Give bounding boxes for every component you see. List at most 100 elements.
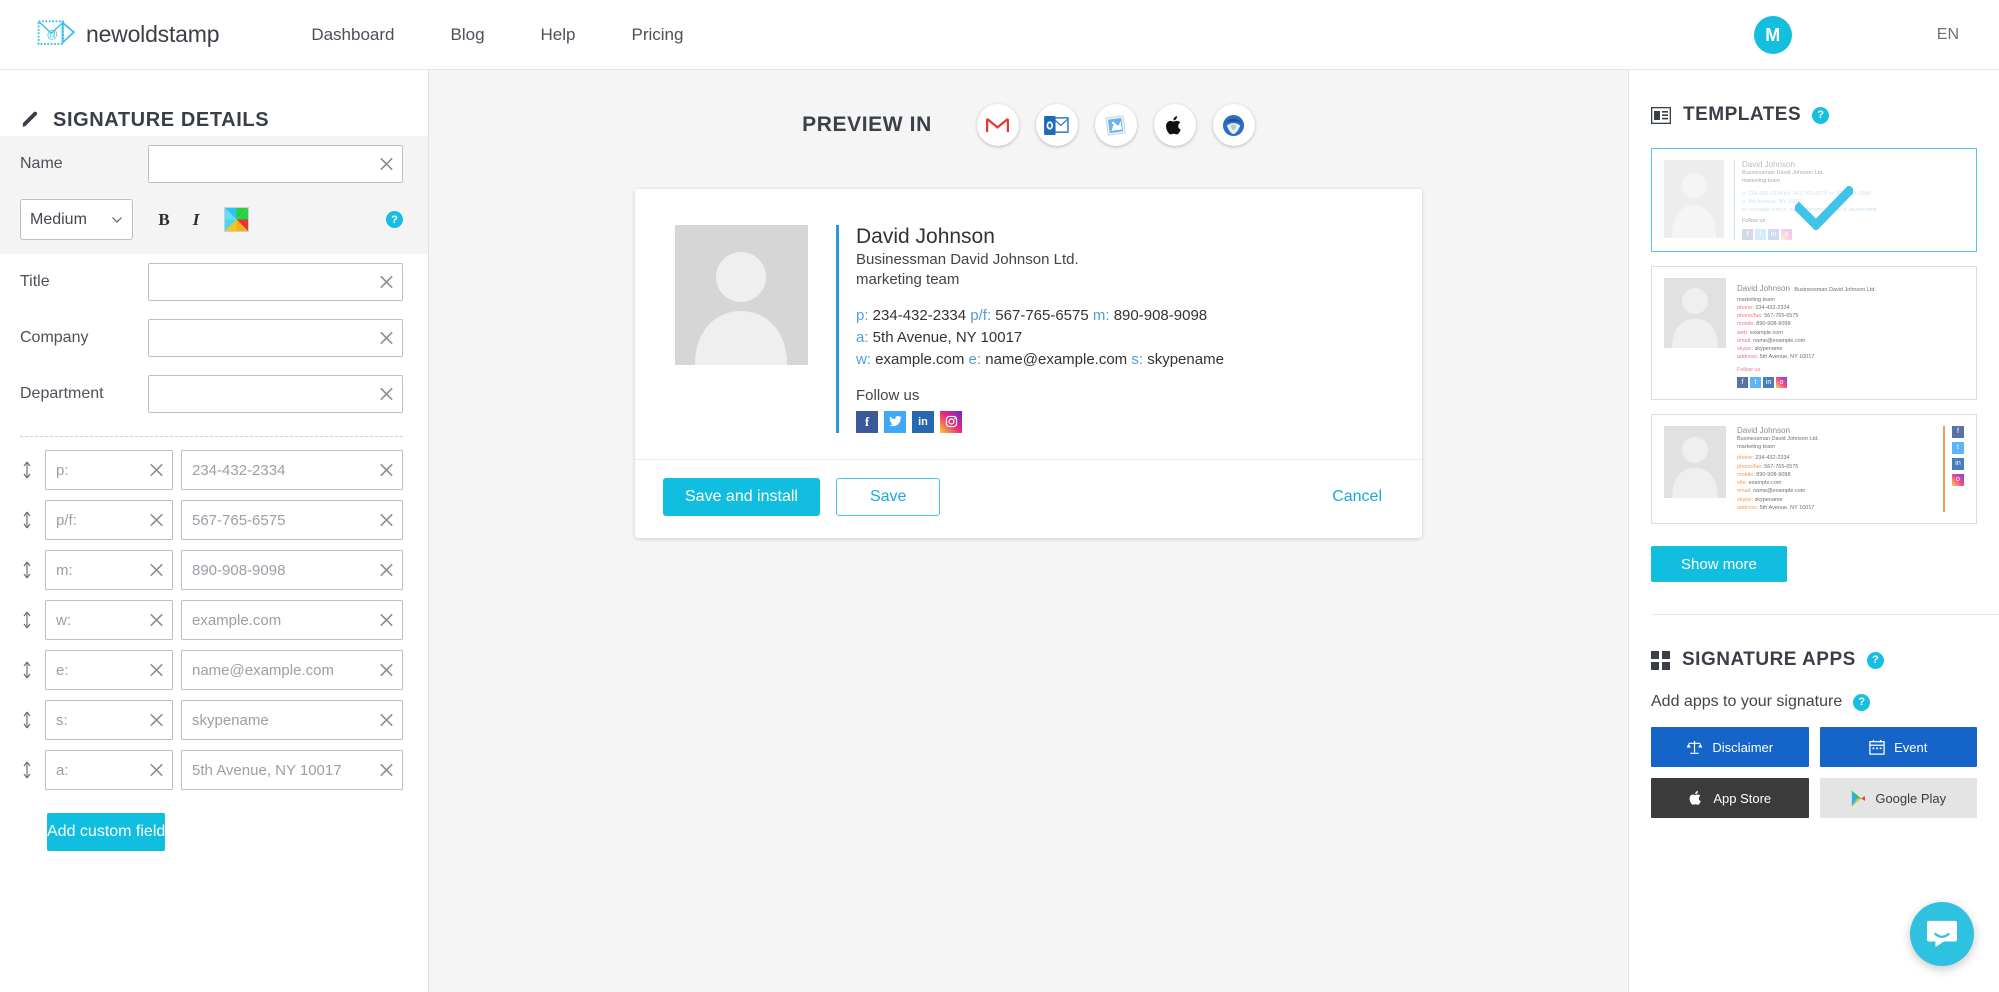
apps-help-icon[interactable]: ? [1866, 651, 1884, 669]
clear-contact-value-icon[interactable] [377, 711, 396, 730]
reorder-handle-icon[interactable] [16, 510, 38, 530]
app-button-app-store[interactable]: App Store [1651, 778, 1809, 818]
gmail-icon[interactable] [976, 104, 1019, 146]
contact-key-wrapper [45, 700, 173, 740]
company-input[interactable] [149, 320, 402, 356]
reorder-handle-icon[interactable] [16, 610, 38, 630]
thunderbird-icon[interactable] [1212, 104, 1255, 146]
clear-contact-value-icon[interactable] [377, 761, 396, 780]
twitter-icon[interactable] [884, 410, 906, 433]
apple-icon[interactable] [1153, 104, 1196, 146]
contact-value-input[interactable] [182, 501, 402, 539]
linkedin-icon[interactable]: in [1763, 376, 1774, 388]
add-custom-field-button[interactable]: Add custom field [47, 813, 166, 851]
style-help-icon[interactable]: ? [386, 211, 403, 228]
brand-logo[interactable]: @ newoldstamp [37, 19, 220, 51]
instagram-icon[interactable] [940, 410, 962, 433]
contact-field-row [0, 445, 428, 495]
facebook-icon[interactable]: f [856, 410, 878, 433]
template-pair-label: skype: [1737, 346, 1753, 352]
instagram-icon[interactable]: o [1952, 473, 1964, 486]
user-avatar[interactable]: M [1753, 16, 1792, 54]
clear-contact-value-icon[interactable] [377, 461, 396, 480]
font-size-select[interactable]: Medium [20, 199, 133, 240]
contact-value-wrapper [181, 500, 403, 540]
contact-value-input[interactable] [182, 551, 402, 589]
clear-contact-value-icon[interactable] [377, 611, 396, 630]
clear-contact-key-icon[interactable] [147, 761, 166, 780]
linkedin-icon[interactable]: in [1768, 228, 1779, 240]
clear-department-icon[interactable] [377, 385, 396, 404]
department-input[interactable] [149, 376, 402, 412]
bold-button[interactable]: B [157, 210, 171, 230]
app-button-disclaimer[interactable]: Disclaimer [1651, 727, 1809, 767]
apps-subtitle-help-icon[interactable]: ? [1853, 693, 1871, 711]
apple-mail-icon[interactable] [1094, 104, 1137, 146]
instagram-icon[interactable]: o [1776, 376, 1787, 388]
reorder-handle-icon[interactable] [16, 560, 38, 580]
nav-item-pricing[interactable]: Pricing [632, 25, 684, 45]
contact-value-input[interactable] [182, 651, 402, 689]
clear-contact-value-icon[interactable] [377, 511, 396, 530]
clear-contact-key-icon[interactable] [147, 561, 166, 580]
reorder-handle-icon[interactable] [16, 760, 38, 780]
template-pair-value: 890-908-9098 [1756, 321, 1791, 328]
contact-value-input[interactable] [182, 601, 402, 639]
intercom-chat-icon[interactable] [1910, 902, 1974, 966]
signature-department: marketing team [856, 271, 960, 289]
template-card[interactable]: David Johnson Businessman David Johnson … [1651, 265, 1977, 400]
twitter-icon[interactable]: t [1750, 376, 1761, 388]
clear-contact-value-icon[interactable] [377, 661, 396, 680]
save-and-install-button[interactable]: Save and install [663, 477, 820, 516]
reorder-handle-icon[interactable] [16, 710, 38, 730]
twitter-icon[interactable]: t [1755, 228, 1766, 240]
signature-contact-line: p: 234-432-2334 p/f: 567-765-6575 m: 890… [856, 305, 1224, 327]
svg-text:@: @ [47, 28, 58, 40]
template-card[interactable]: David Johnson Businessman David Johnson … [1651, 413, 1977, 524]
nav-right-cluster: M EN [1753, 0, 1999, 70]
clear-title-icon[interactable] [377, 273, 396, 292]
clear-contact-key-icon[interactable] [147, 711, 166, 730]
clear-contact-key-icon[interactable] [147, 461, 166, 480]
italic-button[interactable]: I [189, 210, 203, 230]
app-label-event: Event [1894, 739, 1928, 755]
nav-item-dashboard[interactable]: Dashboard [311, 25, 394, 45]
cancel-button[interactable]: Cancel [1332, 488, 1382, 506]
template-pair-row: address: 5th Avenue, NY 10017 [1737, 504, 1939, 512]
clear-company-icon[interactable] [377, 329, 396, 348]
clear-name-icon[interactable] [377, 155, 396, 174]
language-selector[interactable]: EN [1937, 26, 1959, 44]
reorder-handle-icon[interactable] [16, 660, 38, 680]
reorder-handle-icon[interactable] [16, 460, 38, 480]
save-button[interactable]: Save [835, 477, 941, 516]
color-wheel-icon[interactable] [224, 207, 249, 232]
outlook-icon[interactable] [1035, 104, 1078, 146]
clear-contact-key-icon[interactable] [147, 661, 166, 680]
label-name: Name [20, 155, 63, 172]
template-pair-value: 234-432-2334 [1755, 455, 1790, 462]
instagram-icon[interactable]: o [1781, 228, 1792, 240]
clear-contact-key-icon[interactable] [147, 511, 166, 530]
show-more-templates-button[interactable]: Show more [1651, 546, 1787, 582]
contact-value-input[interactable] [182, 451, 402, 489]
clear-contact-key-icon[interactable] [147, 611, 166, 630]
signature-details-header: SIGNATURE DETAILS [0, 70, 428, 136]
selected-check-icon [1794, 185, 1853, 230]
linkedin-icon[interactable]: in [1952, 457, 1964, 470]
linkedin-icon[interactable]: in [912, 410, 934, 433]
template-card[interactable]: David Johnson Businessman David Johnson … [1651, 148, 1977, 252]
app-button-event[interactable]: Event [1819, 727, 1977, 767]
title-input[interactable] [149, 264, 402, 300]
facebook-icon[interactable]: f [1737, 376, 1748, 388]
nav-item-blog[interactable]: Blog [451, 25, 485, 45]
facebook-icon[interactable]: f [1952, 425, 1964, 438]
twitter-icon[interactable]: t [1952, 441, 1964, 454]
contact-value-input[interactable] [182, 751, 402, 789]
contact-value-input[interactable] [182, 701, 402, 739]
clear-contact-value-icon[interactable] [377, 561, 396, 580]
facebook-icon[interactable]: f [1742, 228, 1753, 240]
nav-item-help[interactable]: Help [541, 25, 576, 45]
templates-help-icon[interactable]: ? [1812, 106, 1830, 124]
app-button-google-play[interactable]: Google Play [1819, 778, 1977, 818]
name-input[interactable] [149, 146, 402, 182]
